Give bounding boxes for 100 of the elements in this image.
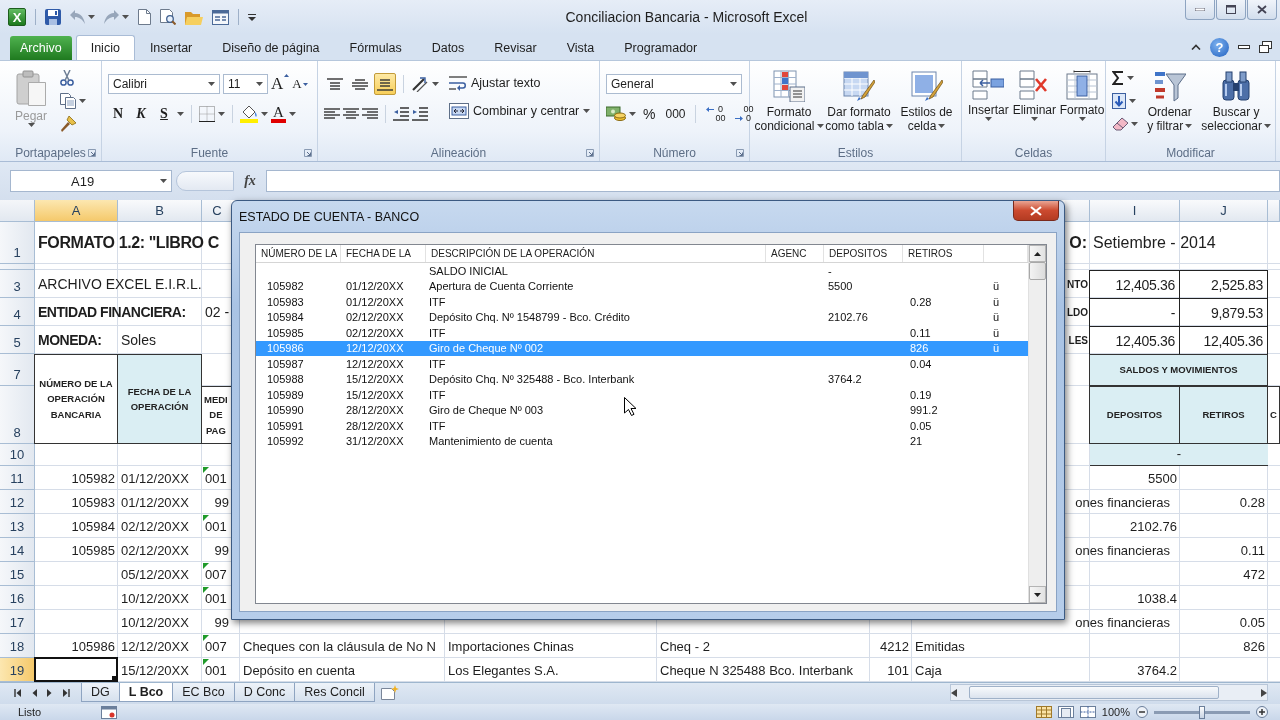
styles-menu-button[interactable]: Estilos de celda <box>896 66 957 144</box>
editing-menu-button[interactable]: Buscar y seleccionar <box>1201 66 1271 144</box>
row-header[interactable]: 7 <box>0 354 35 386</box>
row-header[interactable]: 11 <box>0 466 35 490</box>
chevron-up-icon[interactable] <box>1191 44 1201 50</box>
active-cell[interactable] <box>34 657 118 682</box>
caret-icon[interactable] <box>256 82 263 86</box>
grow-font-button[interactable]: A <box>271 74 290 94</box>
caret-icon[interactable] <box>1127 76 1134 80</box>
font-style-button[interactable]: N <box>108 104 128 124</box>
column-header[interactable]: A <box>35 200 118 222</box>
insert-sheet-icon[interactable] <box>380 685 399 700</box>
cells-menu-button[interactable]: Insertar <box>968 66 1009 144</box>
merge-center-button[interactable]: Combinar y centrar <box>449 100 591 122</box>
caret-icon[interactable] <box>288 112 296 116</box>
caret-icon[interactable] <box>583 109 591 113</box>
shrink-font-button[interactable]: A <box>292 76 308 92</box>
macro-record-icon[interactable] <box>101 705 118 719</box>
increase-decimal-button[interactable]: 0 00 <box>703 105 729 123</box>
formula-input[interactable] <box>266 170 1280 192</box>
money-icon[interactable] <box>606 106 626 122</box>
row-header[interactable]: 15 <box>0 562 35 586</box>
page-break-icon[interactable] <box>1079 706 1096 718</box>
horizontal-scrollbar[interactable] <box>950 684 1268 701</box>
minimize-icon[interactable] <box>1238 45 1250 49</box>
new-document-icon[interactable] <box>138 9 151 25</box>
customize-icon[interactable] <box>248 13 256 21</box>
zoom-in-icon[interactable] <box>1256 706 1268 718</box>
brush-icon[interactable] <box>60 116 76 132</box>
row-header[interactable]: 12 <box>0 490 35 514</box>
row-header[interactable]: 1 <box>0 222 35 264</box>
ribbon-tab[interactable]: Revisar <box>479 35 552 60</box>
dialog-launcher-icon[interactable] <box>736 148 744 157</box>
caret-icon[interactable] <box>1129 99 1136 103</box>
dialog-launcher-icon[interactable] <box>88 148 96 157</box>
ribbon-tab[interactable]: Datos <box>416 35 480 60</box>
decrease-decimal-button[interactable]: 00 0 <box>731 105 757 123</box>
list-row[interactable]: 105985 02/12/20XX ITF 0.11 ü <box>256 325 1028 341</box>
caret-icon[interactable] <box>1030 117 1038 121</box>
scroll-up-button[interactable] <box>1029 245 1046 262</box>
caret-icon[interactable] <box>629 112 636 116</box>
caret-icon[interactable] <box>208 82 215 86</box>
list-row[interactable]: 105984 02/12/20XX Depósito Chq. Nº 1548799 - Bco. Crédito 2102.76 ü <box>256 309 1028 325</box>
row-header[interactable]: 18 <box>0 634 35 658</box>
number-format-field[interactable]: General <box>606 74 742 94</box>
align-left-icon[interactable] <box>324 108 340 120</box>
column-header[interactable]: I <box>1090 200 1180 222</box>
zoom-out-icon[interactable] <box>1136 706 1148 718</box>
close-button[interactable] <box>1247 0 1277 20</box>
list-row[interactable]: 105989 15/12/20XX ITF 0.19 <box>256 387 1028 403</box>
font-color-button[interactable]: A <box>271 105 286 123</box>
insert-function-button[interactable]: fx <box>238 170 262 192</box>
increase-indent-icon[interactable] <box>412 107 428 121</box>
ribbon-tab[interactable]: Inicio <box>75 35 135 60</box>
list-row[interactable]: 105983 01/12/20XX ITF 0.28 ü <box>256 294 1028 310</box>
scissors-icon[interactable] <box>60 70 74 86</box>
previous-sheet-icon[interactable] <box>30 689 38 697</box>
styles-menu-button[interactable]: Dar formato como tabla <box>826 66 892 144</box>
list-row[interactable]: SALDO INICIAL - <box>256 263 1028 279</box>
sheet-tab[interactable]: DG <box>81 683 120 702</box>
row-header[interactable]: 17 <box>0 610 35 634</box>
caret-icon[interactable] <box>984 117 992 121</box>
slider-thumb[interactable] <box>1199 705 1205 719</box>
close-button[interactable] <box>1013 201 1059 221</box>
caret-icon[interactable] <box>177 112 184 116</box>
print-preview-icon[interactable] <box>160 9 176 25</box>
font-style-button[interactable]: K <box>131 104 151 124</box>
vertical-scrollbar[interactable] <box>1028 245 1046 603</box>
page-layout-icon[interactable] <box>1057 706 1074 718</box>
font-style-button[interactable]: S <box>154 104 174 124</box>
column-header[interactable]: DESCRIPCIÓN DE LA OPERACIÓN <box>426 245 766 262</box>
ribbon-tab[interactable]: Insertar <box>134 35 208 60</box>
list-row[interactable]: 105988 15/12/20XX Depósito Chq. Nº 325488 - Bco. Interbank 3764.2 <box>256 371 1028 387</box>
editing-menu-button[interactable]: Ordenar y filtrar <box>1142 66 1198 144</box>
dialog-launcher-icon[interactable] <box>586 148 594 157</box>
font-size-field[interactable]: 11 <box>223 74 268 94</box>
first-sheet-icon[interactable] <box>14 689 22 697</box>
app-logo[interactable]: X <box>8 8 26 26</box>
name-box[interactable]: A19 <box>10 170 172 192</box>
save-icon[interactable] <box>45 9 61 25</box>
scroll-right-icon[interactable] <box>1261 688 1267 697</box>
sigma-icon[interactable] <box>1112 71 1124 85</box>
thousands-button[interactable]: 000 <box>662 107 689 121</box>
next-sheet-icon[interactable] <box>46 689 54 697</box>
resize-handle[interactable] <box>176 171 234 191</box>
sheet-tab[interactable]: Res Concil <box>294 683 375 702</box>
row-header[interactable]: 13 <box>0 514 35 538</box>
row-header[interactable]: 3 <box>0 270 35 298</box>
row-header[interactable]: 5 <box>0 326 35 354</box>
align-center-icon[interactable] <box>343 108 359 120</box>
eraser-icon[interactable] <box>1112 117 1128 131</box>
row-header[interactable]: 4 <box>0 298 35 326</box>
column-header[interactable]: DEPOSITOS <box>824 245 903 262</box>
file-tab[interactable]: Archivo <box>10 36 72 60</box>
caret-icon[interactable] <box>261 112 268 116</box>
scroll-thumb[interactable] <box>1029 262 1046 280</box>
sheet-tab[interactable]: EC Bco <box>172 683 235 702</box>
fill-down-icon[interactable] <box>1112 93 1126 109</box>
ribbon-tab[interactable]: Diseño de página <box>207 35 335 60</box>
caret-icon[interactable] <box>160 179 167 183</box>
